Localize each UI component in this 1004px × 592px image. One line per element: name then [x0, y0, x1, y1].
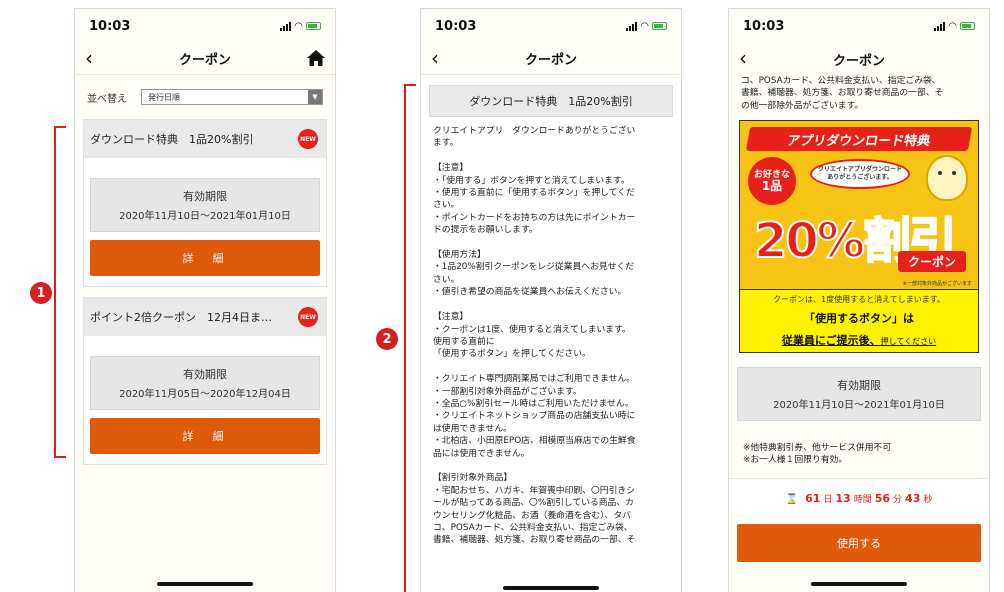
- validity-label: 有効期限: [837, 379, 881, 393]
- new-badge: NEW: [298, 307, 318, 327]
- annotation-bracket-2: [404, 84, 416, 592]
- page-title: クーポン: [178, 53, 231, 68]
- coupon-body: 有効期限 2020年11月10日〜2021年01月10日 詳 細: [84, 158, 326, 286]
- home-indicator: [503, 586, 599, 590]
- detail-button[interactable]: 詳 細: [90, 240, 320, 276]
- status-time: 10:03: [743, 18, 785, 34]
- validity-range: 2020年11月05日〜2020年12月04日: [119, 389, 291, 400]
- nav-bar: ‹ クーポン: [75, 43, 335, 75]
- wifi-icon: ◠: [640, 20, 649, 32]
- banner-headline: アプリダウンロード特典: [745, 127, 973, 152]
- banner-instructions: クーポンは、1度使用すると消えてしまいます。 「使用するボタン」は 従業員にご提…: [740, 289, 978, 353]
- banner-circle: お好きな 1品: [748, 157, 796, 206]
- battery-icon: [652, 22, 667, 30]
- validity-box: 有効期限 2020年11月10日〜2021年01月10日: [737, 367, 981, 422]
- back-icon[interactable]: ‹: [85, 47, 93, 69]
- coupon-header[interactable]: ダウンロード特典 1品20%割引 NEW: [84, 120, 326, 158]
- validity-label: 有効期限: [183, 190, 227, 203]
- status-bar: 10:03 ◠: [729, 9, 989, 43]
- coupon-title: ダウンロード特典 1品20%割引: [90, 133, 254, 146]
- home-indicator: [811, 582, 907, 586]
- status-bar: 10:03 ◠: [421, 9, 681, 43]
- validity-range: 2020年11月10日〜2021年01月10日: [119, 211, 291, 222]
- phone-screen-coupon-detail: 10:03 ◠ ‹ クーポン ダウンロード特典 1品20%割引 クリエイトアプリ…: [420, 8, 682, 592]
- signal-icon: [626, 21, 638, 31]
- status-time: 10:03: [435, 18, 477, 34]
- banner-speech-bubble: クリエイトアプリダウンロード ありがとうございます。: [810, 159, 910, 190]
- battery-icon: [960, 22, 975, 30]
- back-icon[interactable]: ‹: [431, 47, 439, 69]
- coupon-card: ポイント2倍クーポン 12月4日ま… NEW 有効期限 2020年11月05日〜…: [83, 297, 327, 465]
- coupon-header[interactable]: ポイント2倍クーポン 12月4日ま… NEW: [84, 298, 326, 336]
- home-icon[interactable]: [307, 50, 325, 70]
- banner-instruction-1: クーポンは、1度使用すると消えてしまいます。: [773, 295, 945, 305]
- coupon-card: ダウンロード特典 1品20%割引 NEW 有効期限 2020年11月10日〜20…: [83, 119, 327, 287]
- countdown-seconds: 43: [905, 492, 921, 506]
- countdown-minutes: 56: [874, 492, 891, 506]
- banner-fine-print: ※一部対象外商品がございます: [902, 281, 972, 288]
- phone-screen-coupon-use: 10:03 ◠ ‹ クーポン コ、POSAカード、公共料金支払い、指定ごみ袋、 …: [728, 8, 990, 592]
- system-icons: ◠: [934, 21, 975, 32]
- annotation-marker-1: 1: [30, 282, 52, 304]
- back-icon[interactable]: ‹: [739, 47, 747, 69]
- annotation-bracket-1: [54, 126, 66, 458]
- battery-icon: [306, 22, 321, 30]
- home-indicator: [157, 582, 253, 586]
- detail-content: ダウンロード特典 1品20%割引 クリエイトアプリ ダウンロードありがとうござい…: [421, 75, 681, 592]
- detail-body-text-continued: コ、POSAカード、公共料金支払い、指定ごみ袋、 書籍、補聴器、処方箋、お取り寄…: [741, 76, 944, 111]
- detail-body-text: クリエイトアプリ ダウンロードありがとうござい ます。 【注意】 ・「使用する」…: [433, 126, 636, 546]
- status-time: 10:03: [89, 18, 131, 34]
- countdown-area: ⌛ 61 日 13 時間 56 分 43 秒: [729, 478, 989, 515]
- banner-coupon-label: クーポン: [897, 251, 966, 273]
- validity-box: 有効期限 2020年11月05日〜2020年12月04日: [90, 356, 320, 410]
- signal-icon: [934, 21, 946, 31]
- wifi-icon: ◠: [294, 20, 303, 32]
- countdown-timer: ⌛ 61 日 13 時間 56 分 43 秒: [785, 492, 933, 506]
- signal-icon: [280, 21, 292, 31]
- nav-bar: ‹ クーポン: [729, 43, 989, 75]
- chevron-down-icon: ▼: [308, 90, 322, 104]
- coupon-banner-image: アプリダウンロード特典 お好きな 1品 クリエイトアプリダウンロード ありがとう…: [739, 120, 979, 354]
- annotation-marker-2: 2: [376, 328, 398, 350]
- sort-bar: 並べ替え 発行日順 ▼: [75, 75, 335, 119]
- page-title: クーポン: [524, 53, 577, 68]
- banner-graphic: アプリダウンロード特典 お好きな 1品 クリエイトアプリダウンロード ありがとう…: [740, 121, 978, 290]
- validity-label: 有効期限: [183, 368, 227, 381]
- sort-label: 並べ替え: [87, 93, 127, 105]
- countdown-hours: 13: [835, 492, 851, 506]
- banner-instruction-2: 「使用するボタン」は: [804, 312, 914, 326]
- wifi-icon: ◠: [948, 20, 957, 32]
- sort-select-value: 発行日順: [148, 92, 180, 102]
- new-badge: NEW: [298, 129, 318, 149]
- countdown-days: 61: [805, 492, 821, 506]
- detail-button[interactable]: 詳 細: [90, 418, 320, 454]
- nav-bar: ‹ クーポン: [421, 43, 681, 75]
- mascot-icon: [926, 155, 968, 202]
- sort-select[interactable]: 発行日順 ▼: [141, 89, 323, 105]
- coupon-title: ポイント2倍クーポン 12月4日ま…: [90, 311, 272, 324]
- page-title: クーポン: [832, 53, 885, 69]
- status-bar: 10:03 ◠: [75, 9, 335, 43]
- usage-notes: ※他特典割引券、他サービス併用不可 ※お一人様１回限り有効。: [743, 443, 892, 465]
- hourglass-icon: ⌛: [785, 494, 799, 506]
- detail-title: ダウンロード特典 1品20%割引: [429, 85, 673, 117]
- banner-instruction-3: 従業員にご提示後、押してください: [781, 334, 937, 348]
- use-coupon-button[interactable]: 使用する: [737, 524, 981, 563]
- system-icons: ◠: [280, 21, 321, 32]
- validity-range: 2020年11月10日〜2021年01月10日: [773, 400, 945, 412]
- system-icons: ◠: [626, 21, 667, 32]
- coupon-body: 有効期限 2020年11月05日〜2020年12月04日 詳 細: [84, 336, 326, 464]
- validity-box: 有効期限 2020年11月10日〜2021年01月10日: [90, 178, 320, 232]
- phone-screen-coupon-list: 10:03 ◠ ‹ クーポン 並べ替え 発行日順 ▼ ダウンロード特典 1品20…: [74, 8, 336, 592]
